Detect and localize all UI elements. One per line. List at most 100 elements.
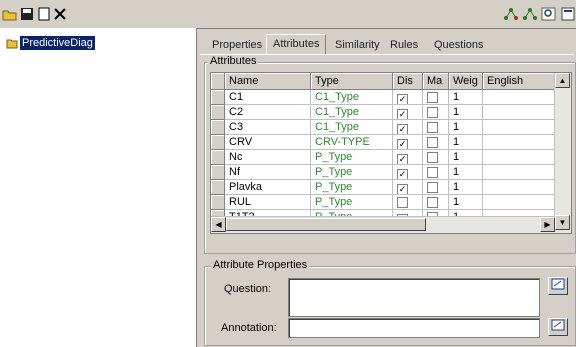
tab-similarity[interactable]: Similarity	[329, 36, 386, 54]
cell-name[interactable]: C2	[225, 105, 311, 120]
cell-weight[interactable]: 1	[449, 150, 483, 165]
dis-checkbox[interactable]	[397, 197, 408, 208]
panel-icon[interactable]	[560, 6, 576, 22]
cell-english[interactable]	[483, 195, 555, 210]
cell-type[interactable]: P_Type	[311, 180, 393, 195]
cell-name[interactable]: C1	[225, 90, 311, 105]
cell-name[interactable]: CRV	[225, 135, 311, 150]
cell-ma[interactable]	[423, 165, 449, 180]
tab-rules[interactable]: Rules	[384, 36, 425, 54]
cell-ma[interactable]	[423, 150, 449, 165]
cell-dis[interactable]: ✓	[393, 150, 423, 165]
row-header[interactable]	[211, 165, 225, 180]
horizontal-scroll-thumb[interactable]	[226, 218, 426, 231]
cell-english[interactable]	[483, 105, 555, 120]
question-edit-button[interactable]	[548, 277, 568, 295]
scroll-up-button[interactable]: ▲	[555, 73, 570, 88]
cell-weight[interactable]: 1	[449, 180, 483, 195]
cell-dis[interactable]: ✓	[393, 105, 423, 120]
row-header[interactable]	[211, 90, 225, 105]
cell-dis[interactable]: ✓	[393, 165, 423, 180]
cell-english[interactable]	[483, 120, 555, 135]
scroll-down-button[interactable]: ▼	[555, 215, 570, 230]
save-icon[interactable]	[19, 6, 35, 22]
cell-ma[interactable]	[423, 105, 449, 120]
column-header-ma[interactable]: Ma	[423, 73, 449, 90]
cell-weight[interactable]: 1	[449, 195, 483, 210]
cell-english[interactable]	[483, 90, 555, 105]
open-folder-icon[interactable]	[2, 6, 18, 22]
find-icon[interactable]	[541, 6, 557, 22]
cell-weight[interactable]: 1	[449, 105, 483, 120]
cell-weight[interactable]: 1	[449, 120, 483, 135]
cell-ma[interactable]	[423, 195, 449, 210]
network-add-icon[interactable]	[522, 6, 538, 22]
tab-attributes[interactable]: Attributes	[266, 34, 327, 55]
cell-name[interactable]: Nf	[225, 165, 311, 180]
cell-english[interactable]	[483, 165, 555, 180]
ma-checkbox[interactable]	[427, 167, 438, 178]
column-header-dis[interactable]: Dis	[393, 73, 423, 90]
dis-checkbox[interactable]: ✓	[397, 154, 408, 164]
annotation-edit-button[interactable]	[548, 318, 568, 336]
column-header-type[interactable]: Type	[311, 73, 393, 90]
cell-dis[interactable]	[393, 195, 423, 210]
question-field[interactable]	[288, 278, 540, 317]
cell-dis[interactable]: ✓	[393, 90, 423, 105]
tab-properties[interactable]: Properties	[206, 36, 269, 54]
dis-checkbox[interactable]: ✓	[397, 94, 408, 104]
cell-type[interactable]: C1_Type	[311, 90, 393, 105]
row-header[interactable]	[211, 195, 225, 210]
ma-checkbox[interactable]	[427, 107, 438, 118]
tab-questions[interactable]: Questions	[428, 36, 490, 54]
column-header-weight[interactable]: Weig	[449, 73, 483, 90]
row-header[interactable]	[211, 105, 225, 120]
vertical-scrollbar[interactable]: ▲ ▼	[554, 73, 571, 233]
cell-english[interactable]	[483, 180, 555, 195]
dis-checkbox[interactable]: ✓	[397, 184, 408, 194]
ma-checkbox[interactable]	[427, 92, 438, 103]
network-icon[interactable]	[503, 6, 519, 22]
dis-checkbox[interactable]: ✓	[397, 169, 408, 179]
cell-name[interactable]: Nc	[225, 150, 311, 165]
column-header-english[interactable]: English	[483, 73, 555, 90]
cell-weight[interactable]: 1	[449, 165, 483, 180]
ma-checkbox[interactable]	[427, 152, 438, 163]
row-header[interactable]	[211, 180, 225, 195]
row-header[interactable]	[211, 150, 225, 165]
scroll-right-button[interactable]: ▶	[540, 217, 555, 232]
cell-weight[interactable]: 1	[449, 90, 483, 105]
ma-checkbox[interactable]	[427, 137, 438, 148]
dis-checkbox[interactable]: ✓	[397, 109, 408, 119]
scroll-left-button[interactable]: ◀	[211, 217, 226, 232]
cell-ma[interactable]	[423, 180, 449, 195]
horizontal-scrollbar[interactable]: ◀ ▶	[211, 216, 555, 233]
dis-checkbox[interactable]: ✓	[397, 124, 408, 134]
cell-type[interactable]: CRV-TYPE	[311, 135, 393, 150]
cell-type[interactable]: P_Type	[311, 165, 393, 180]
cell-name[interactable]: Plavka	[225, 180, 311, 195]
cell-type[interactable]: C1_Type	[311, 120, 393, 135]
cell-weight[interactable]: 1	[449, 135, 483, 150]
row-header[interactable]	[211, 120, 225, 135]
cell-ma[interactable]	[423, 135, 449, 150]
cell-ma[interactable]	[423, 120, 449, 135]
cell-english[interactable]	[483, 135, 555, 150]
cell-name[interactable]: C3	[225, 120, 311, 135]
new-document-icon[interactable]	[36, 6, 52, 22]
cell-type[interactable]: C1_Type	[311, 105, 393, 120]
cell-dis[interactable]: ✓	[393, 180, 423, 195]
cell-type[interactable]: P_Type	[311, 195, 393, 210]
cell-english[interactable]	[483, 150, 555, 165]
row-header[interactable]	[211, 135, 225, 150]
delete-x-icon[interactable]	[52, 6, 68, 22]
cell-type[interactable]: P_Type	[311, 150, 393, 165]
cell-name[interactable]: RUL	[225, 195, 311, 210]
cell-ma[interactable]	[423, 90, 449, 105]
column-header-name[interactable]: Name	[225, 73, 311, 90]
annotation-field[interactable]	[288, 318, 540, 338]
cell-dis[interactable]: ✓	[393, 120, 423, 135]
tree-item-root[interactable]: PredictiveDiag	[6, 36, 95, 50]
ma-checkbox[interactable]	[427, 197, 438, 208]
ma-checkbox[interactable]	[427, 182, 438, 193]
